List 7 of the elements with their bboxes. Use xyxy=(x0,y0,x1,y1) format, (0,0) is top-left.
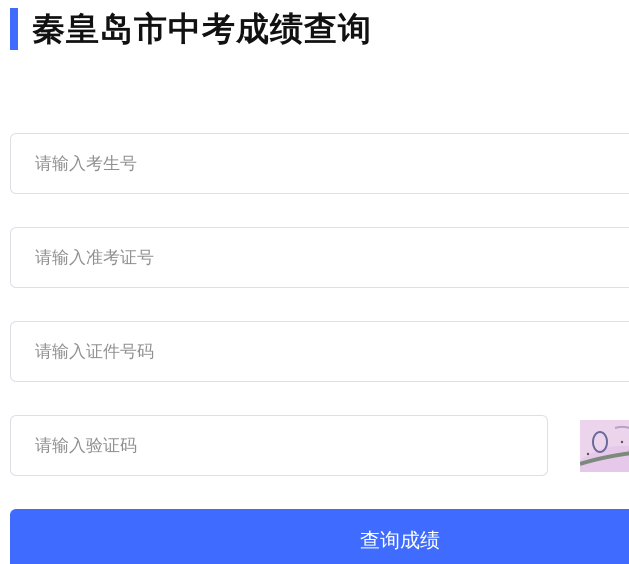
title-accent-bar xyxy=(10,8,18,50)
input-field[interactable]: 请输入考生号 xyxy=(10,133,629,194)
captcha-field[interactable]: 请输入验证码 xyxy=(10,415,548,476)
input-field[interactable]: 请输入准考证号 xyxy=(10,227,629,288)
page-title: 秦皇岛市中考成绩查询 xyxy=(32,8,372,50)
submit-button[interactable]: 查询成绩 xyxy=(10,509,629,564)
input-field[interactable]: 请输入证件号码 xyxy=(10,321,629,382)
